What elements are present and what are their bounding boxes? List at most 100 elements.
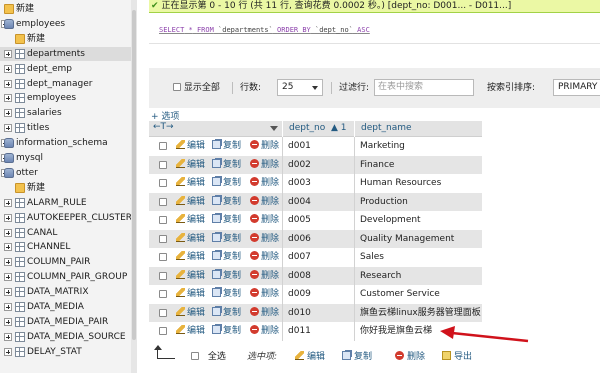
nav-item[interactable]: DATA_MATRIX xyxy=(0,285,131,299)
row-edit-button[interactable]: 编辑 xyxy=(176,140,205,152)
table-row[interactable]: 编辑 复制 删除 d002 Finance xyxy=(149,155,482,174)
row-checkbox[interactable] xyxy=(159,290,167,298)
nav-item[interactable]: mysql xyxy=(0,151,131,165)
row-copy-button[interactable]: 复制 xyxy=(212,195,241,208)
nav-item[interactable]: DATA_MEDIA_SOURCE xyxy=(0,330,131,344)
expand-icon[interactable] xyxy=(4,347,12,356)
row-delete-button[interactable]: 删除 xyxy=(250,269,279,282)
expand-icon[interactable] xyxy=(4,124,12,133)
table-row[interactable]: 编辑 复制 删除 d001 Marketing xyxy=(149,137,482,156)
navigation-scrollbar[interactable] xyxy=(131,0,137,373)
export-button[interactable]: 导出 xyxy=(442,351,472,363)
row-edit-button[interactable]: 编辑 xyxy=(176,288,205,300)
row-checkbox[interactable] xyxy=(159,253,167,261)
nav-item[interactable]: DATA_MEDIA_PAIR xyxy=(0,315,131,329)
nav-item[interactable]: titles xyxy=(0,121,131,135)
expand-icon[interactable] xyxy=(4,288,12,297)
expand-icon[interactable] xyxy=(4,109,12,118)
table-row[interactable]: 编辑 复制 删除 d005 Development xyxy=(149,211,482,230)
table-row[interactable]: 编辑 复制 删除 d010 旗鱼云梯linux服务器管理面板 xyxy=(149,303,482,322)
expand-icon[interactable] xyxy=(4,243,12,252)
row-copy-button[interactable]: 复制 xyxy=(212,269,241,282)
nav-item[interactable]: DELAY_STAT xyxy=(0,345,131,359)
select-all-control[interactable]: 全选 xyxy=(191,351,226,363)
row-edit-button[interactable]: 编辑 xyxy=(176,214,205,226)
sort-ascending-icon[interactable] xyxy=(270,126,278,131)
expand-icon[interactable] xyxy=(4,303,12,311)
filter-input[interactable]: 在表中搜索 xyxy=(374,79,474,96)
bulk-copy-button[interactable]: 复制 xyxy=(342,351,372,363)
row-delete-button[interactable]: 删除 xyxy=(250,214,279,226)
rows-select[interactable]: 25 xyxy=(277,79,323,96)
row-copy-button[interactable]: 复制 xyxy=(212,306,241,319)
row-checkbox[interactable] xyxy=(159,179,167,187)
column-nav-arrows[interactable]: ←T→ xyxy=(153,122,174,132)
expand-icon[interactable] xyxy=(4,94,12,103)
expand-icon[interactable] xyxy=(4,213,12,222)
row-checkbox[interactable] xyxy=(159,197,167,206)
row-checkbox[interactable] xyxy=(159,160,167,169)
table-row[interactable]: 编辑 复制 删除 d006 Quality Management xyxy=(149,229,482,248)
bulk-edit-button[interactable]: 编辑 xyxy=(295,351,325,363)
nav-item[interactable]: COLUMN_PAIR xyxy=(0,255,131,269)
expand-icon[interactable] xyxy=(4,198,12,207)
row-delete-button[interactable]: 删除 xyxy=(250,177,279,189)
row-checkbox[interactable] xyxy=(159,308,167,317)
nav-item[interactable]: 新建 xyxy=(0,32,131,46)
nav-item[interactable]: DATA_MEDIA xyxy=(0,300,131,314)
nav-item[interactable]: AUTOKEEPER_CLUSTER xyxy=(0,211,132,225)
row-delete-button[interactable]: 删除 xyxy=(250,195,279,208)
nav-item[interactable]: employees xyxy=(0,91,131,105)
nav-item[interactable]: CHANNEL xyxy=(0,240,131,254)
nav-item[interactable]: ALARM_RULE xyxy=(0,196,131,210)
column-header-dept-no[interactable]: dept_no xyxy=(289,123,325,133)
row-delete-button[interactable]: 删除 xyxy=(250,325,279,337)
row-copy-button[interactable]: 复制 xyxy=(212,214,241,226)
row-edit-button[interactable]: 编辑 xyxy=(176,232,205,245)
row-checkbox[interactable] xyxy=(159,142,167,150)
row-delete-button[interactable]: 删除 xyxy=(250,251,279,263)
nav-item[interactable]: 新建 xyxy=(0,181,131,195)
row-checkbox[interactable] xyxy=(159,216,167,224)
row-edit-button[interactable]: 编辑 xyxy=(176,251,205,263)
nav-item[interactable]: CANAL xyxy=(0,226,131,240)
row-copy-button[interactable]: 复制 xyxy=(212,232,241,245)
nav-item[interactable]: dept_emp xyxy=(0,62,131,76)
row-edit-button[interactable]: 编辑 xyxy=(176,325,205,337)
nav-item[interactable]: salaries xyxy=(0,106,131,120)
expand-icon[interactable] xyxy=(4,79,12,88)
expand-icon[interactable] xyxy=(4,317,12,326)
row-delete-button[interactable]: 删除 xyxy=(250,288,279,300)
nav-item[interactable]: departments xyxy=(0,46,131,61)
row-edit-button[interactable]: 编辑 xyxy=(176,177,205,189)
expand-icon[interactable] xyxy=(4,258,12,267)
sort-index-select[interactable]: PRIMARY xyxy=(553,79,600,96)
table-row[interactable]: 编辑 复制 删除 d011 你好我是旗鱼云梯 xyxy=(149,322,482,341)
show-all-control[interactable]: 显示全部 xyxy=(173,80,220,96)
bulk-delete-button[interactable]: 删除 xyxy=(395,351,425,363)
row-edit-button[interactable]: 编辑 xyxy=(176,269,205,282)
nav-item[interactable]: dept_manager xyxy=(0,77,131,91)
expand-icon[interactable] xyxy=(4,273,12,282)
row-delete-button[interactable]: 删除 xyxy=(250,306,279,319)
nav-item[interactable]: COLUMN_PAIR_GROUP xyxy=(0,270,131,284)
row-copy-button[interactable]: 复制 xyxy=(212,325,241,337)
row-checkbox[interactable] xyxy=(159,271,167,280)
table-row[interactable]: 编辑 复制 删除 d004 Production xyxy=(149,192,482,211)
row-copy-button[interactable]: 复制 xyxy=(212,177,241,189)
table-row[interactable]: 编辑 复制 删除 d008 Research xyxy=(149,266,482,285)
row-checkbox[interactable] xyxy=(159,327,167,335)
row-checkbox[interactable] xyxy=(159,234,167,243)
row-edit-button[interactable]: 编辑 xyxy=(176,195,205,208)
row-copy-button[interactable]: 复制 xyxy=(212,158,241,171)
nav-item[interactable]: information_schema xyxy=(0,136,131,150)
expand-icon[interactable] xyxy=(4,332,12,341)
row-copy-button[interactable]: 复制 xyxy=(212,140,241,152)
select-all-checkbox[interactable] xyxy=(191,352,199,360)
sql-query[interactable]: SELECT * FROM `departments` ORDER BY `de… xyxy=(159,26,370,34)
table-row[interactable]: 编辑 复制 删除 d009 Customer Service xyxy=(149,285,482,304)
row-copy-button[interactable]: 复制 xyxy=(212,288,241,300)
show-all-checkbox[interactable] xyxy=(173,83,181,91)
expand-icon[interactable] xyxy=(4,228,12,237)
expand-icon[interactable] xyxy=(4,49,12,58)
